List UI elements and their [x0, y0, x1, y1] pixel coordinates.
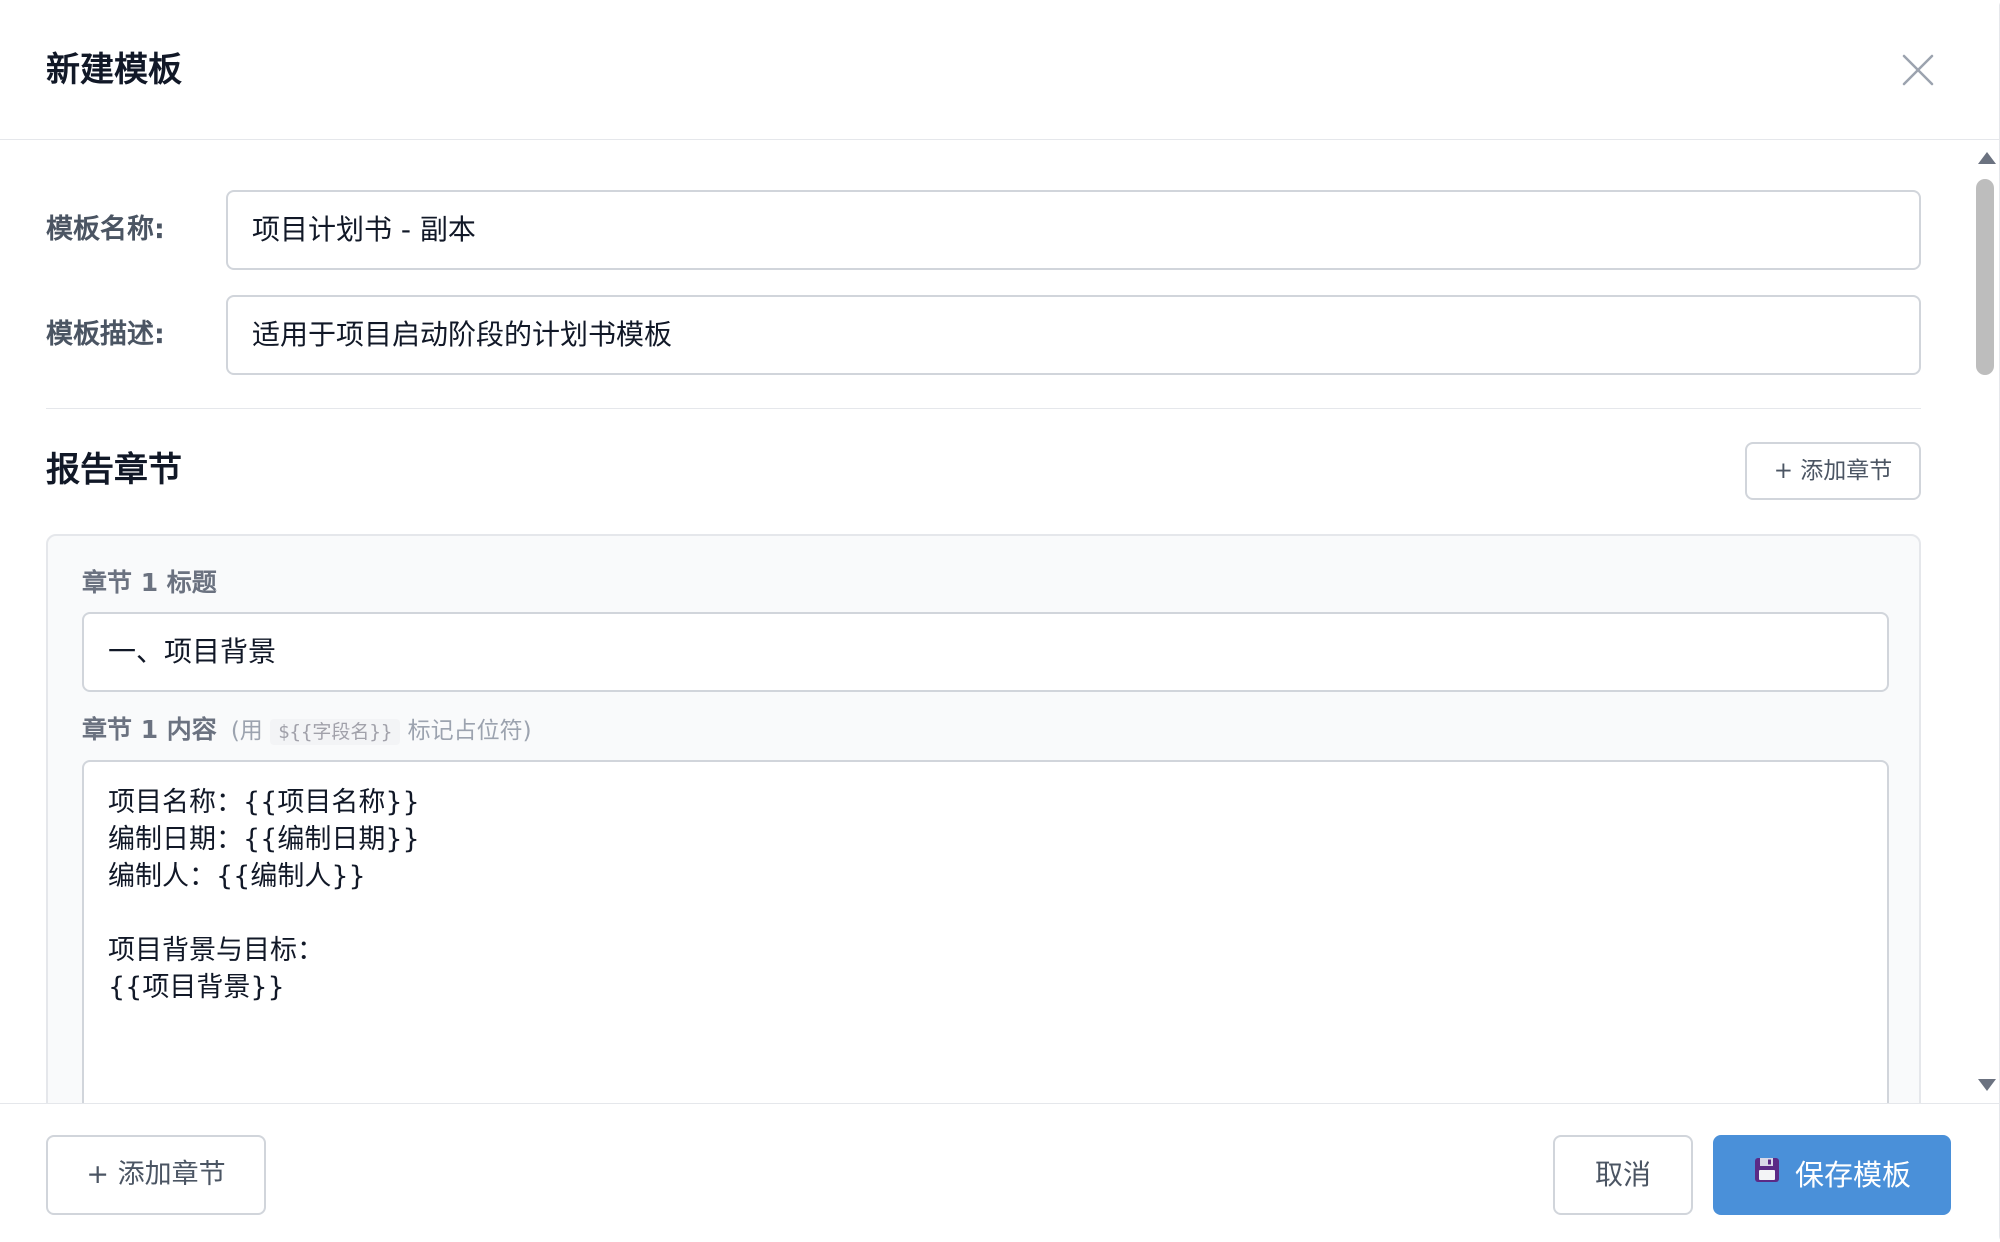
dialog-title: 新建模板	[46, 50, 182, 90]
chapter-title-label: 章节 1 标题	[82, 568, 217, 597]
template-name-input[interactable]: 项目计划书 - 副本	[226, 190, 1921, 270]
close-button[interactable]	[1898, 50, 1938, 90]
dialog-body: 模板名称: 项目计划书 - 副本 模板描述: 适用于项目启动阶段的计划书模板 报…	[0, 141, 2000, 1103]
template-desc-input[interactable]: 适用于项目启动阶段的计划书模板	[226, 295, 1921, 375]
sections-title: 报告章节	[46, 450, 182, 490]
cancel-button[interactable]: 取消	[1553, 1135, 1693, 1215]
close-icon	[1902, 54, 1934, 86]
add-section-button-top[interactable]: + 添加章节	[1745, 442, 1921, 500]
floppy-disk-icon	[1753, 1134, 1781, 1214]
hint-suffix: 标记占位符)	[407, 718, 532, 744]
hint-prefix: (用	[230, 718, 263, 744]
scroll-thumb[interactable]	[1976, 179, 1994, 375]
scroll-down-arrow-icon[interactable]	[1978, 1079, 1996, 1091]
scroll-up-arrow-icon[interactable]	[1978, 152, 1996, 164]
chapter-content-label: 章节 1 内容 (用 ${{字段名}} 标记占位符)	[82, 713, 532, 749]
dialog-header: 新建模板	[0, 0, 2000, 140]
template-name-label: 模板名称:	[46, 214, 165, 245]
dialog-footer: + 添加章节 取消 保存模板	[0, 1103, 2000, 1242]
save-button-label: 保存模板	[1794, 1158, 1911, 1192]
chapter-card: 章节 1 标题 一、项目背景 章节 1 内容 (用 ${{字段名}} 标记占位符)…	[46, 534, 1921, 1103]
chapter-content-textarea[interactable]: 项目名称：{{项目名称}} 编制日期：{{编制日期}} 编制人：{{编制人}} …	[82, 760, 1889, 1103]
vertical-scrollbar[interactable]	[1972, 141, 2000, 1103]
divider	[46, 408, 1921, 409]
hint-code: ${{字段名}}	[270, 719, 401, 745]
template-name-row: 模板名称: 项目计划书 - 副本	[46, 190, 1921, 270]
new-template-dialog: 新建模板 模板名称: 项目计划书 - 副本 模板描述: 适用于项目启动阶段的计划…	[0, 0, 2000, 1242]
chapter-title-input[interactable]: 一、项目背景	[82, 612, 1889, 692]
template-desc-label: 模板描述:	[46, 319, 165, 350]
add-section-button-bottom[interactable]: + 添加章节	[46, 1135, 266, 1215]
save-template-button[interactable]: 保存模板	[1713, 1135, 1951, 1215]
template-desc-row: 模板描述: 适用于项目启动阶段的计划书模板	[46, 295, 1921, 375]
chapter-content-label-text: 章节 1 内容	[82, 715, 217, 744]
placeholder-hint: (用 ${{字段名}} 标记占位符)	[230, 718, 532, 745]
